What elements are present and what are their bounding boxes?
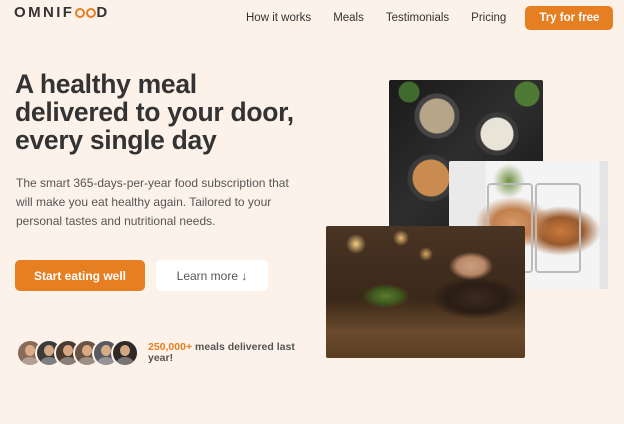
omnifood-logo[interactable]: OMNIF D [14, 4, 110, 21]
main-nav: How it works Meals Testimonials Pricing … [246, 6, 614, 30]
logo-text-suffix: D [96, 4, 110, 21]
logo-text-prefix: OMNIF [14, 4, 75, 21]
nav-link-pricing[interactable]: Pricing [471, 12, 506, 24]
delivered-text: 250,000+ meals delivered last year! [148, 342, 298, 364]
try-for-free-button[interactable]: Try for free [525, 6, 614, 30]
customer-avatars [16, 339, 139, 367]
delivered-meals: 250,000+ meals delivered last year! [16, 339, 298, 367]
learn-more-button[interactable]: Learn more ↓ [156, 260, 268, 291]
logo-ring-icon [85, 7, 96, 18]
nav-link-testimonials[interactable]: Testimonials [386, 12, 449, 24]
meal-container-shape [535, 183, 581, 273]
nav-link-how-it-works[interactable]: How it works [246, 12, 311, 24]
logo-ring-icon [74, 7, 85, 18]
customer-avatar [111, 339, 139, 367]
hero-image-woman-eating [326, 226, 525, 358]
nav-link-meals[interactable]: Meals [333, 12, 364, 24]
start-eating-well-button[interactable]: Start eating well [15, 260, 145, 291]
hero-description: The smart 365-days-per-year food subscri… [16, 176, 289, 228]
hero-title: A healthy meal delivered to your door, e… [15, 69, 294, 155]
